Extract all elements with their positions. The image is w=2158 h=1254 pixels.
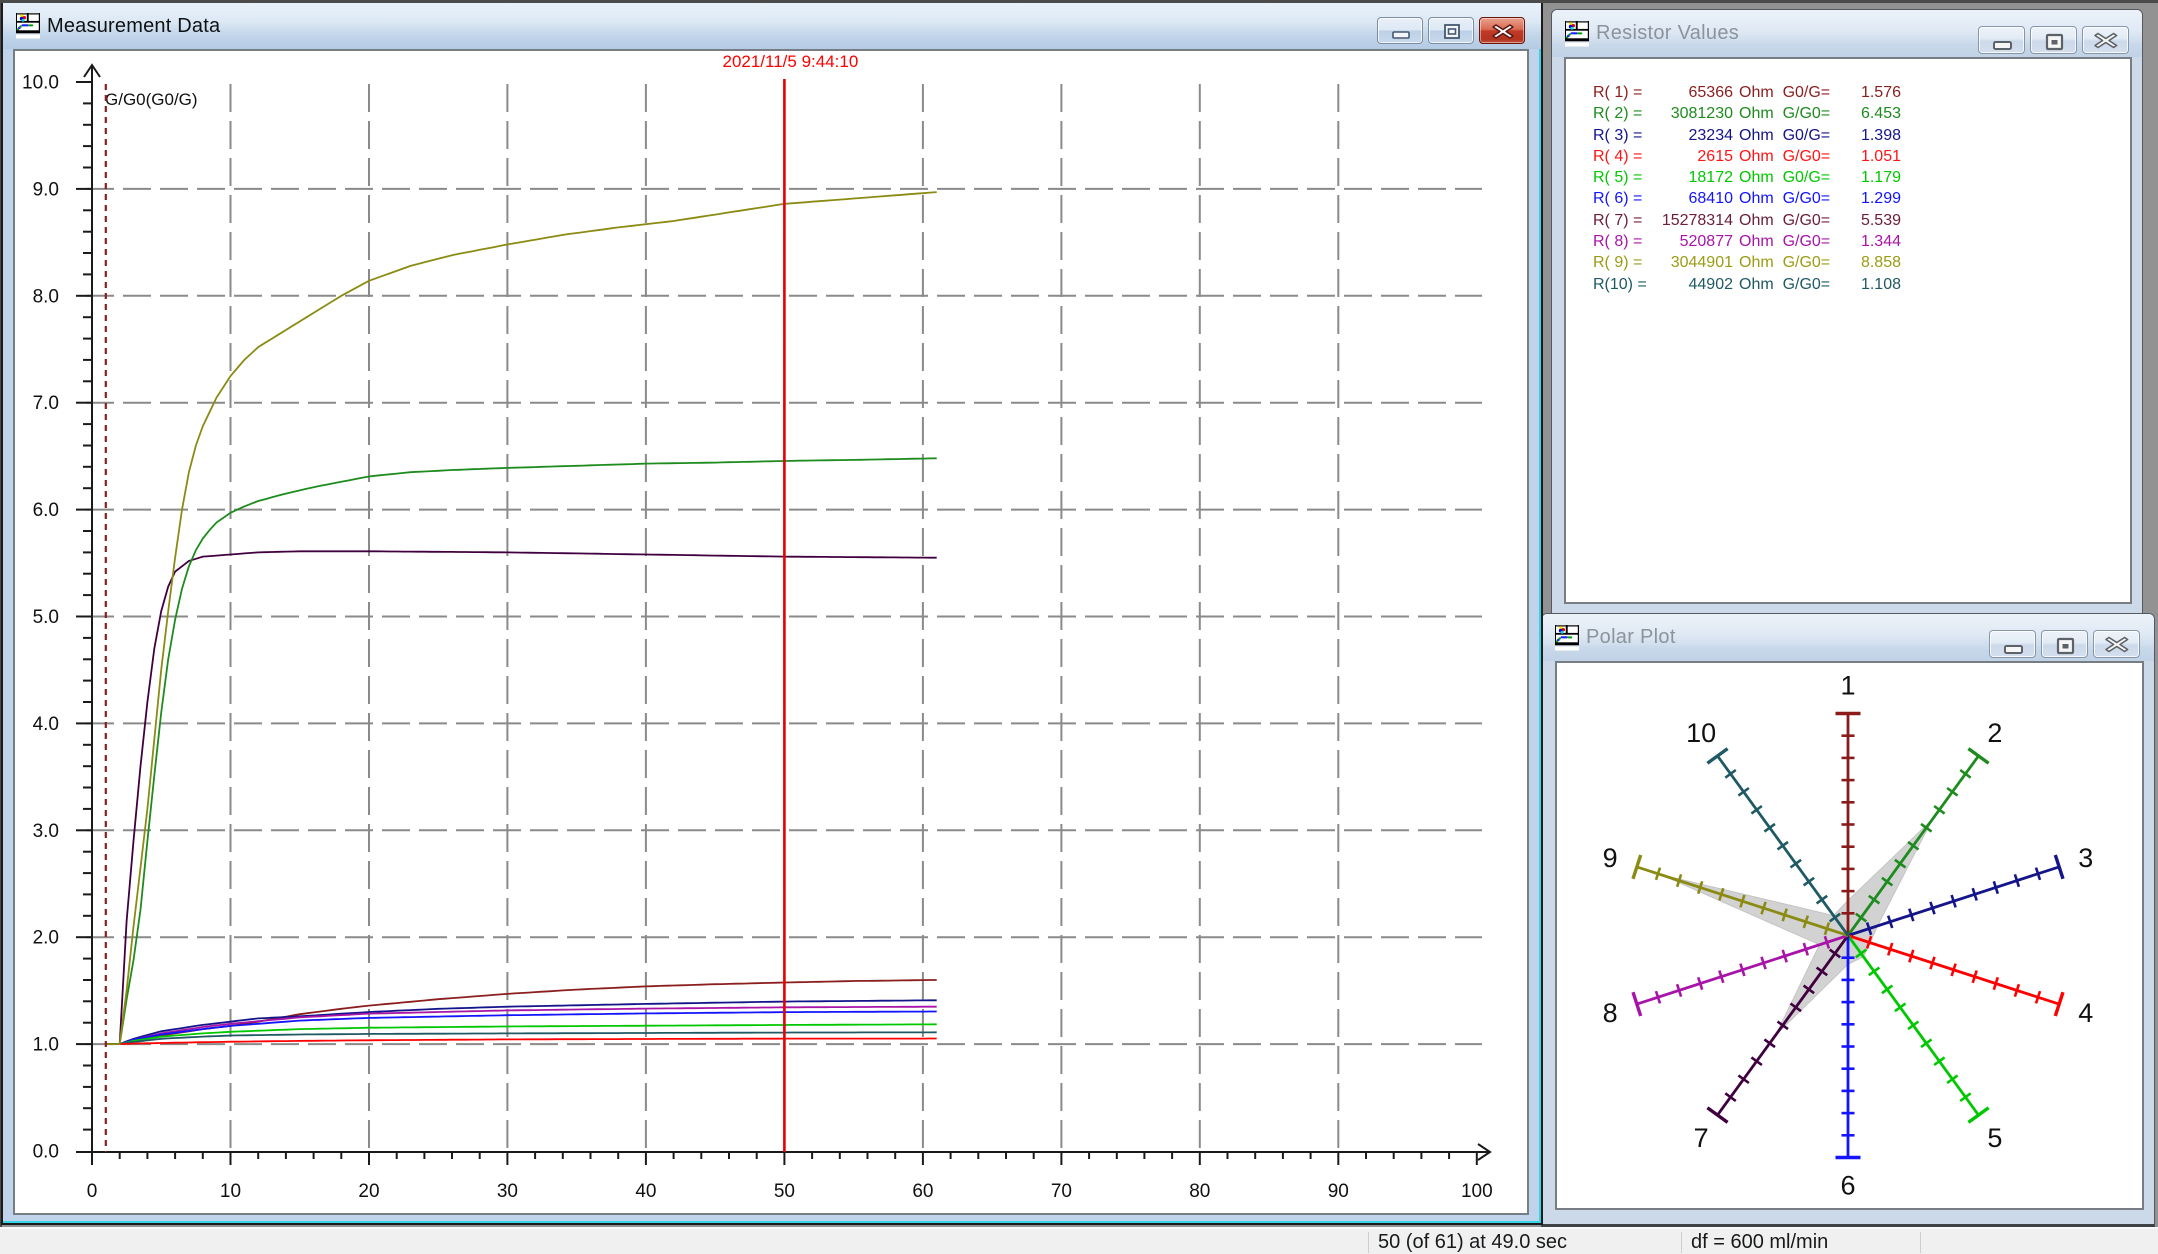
svg-text:6.0: 6.0 xyxy=(33,500,59,521)
svg-text:10: 10 xyxy=(1686,718,1716,748)
svg-text:4: 4 xyxy=(2078,998,2093,1028)
svg-text:8: 8 xyxy=(1603,998,1618,1028)
svg-text:0: 0 xyxy=(87,1181,98,1202)
svg-text:9: 9 xyxy=(1603,843,1618,873)
svg-text:1.0: 1.0 xyxy=(33,1035,59,1056)
svg-text:5.0: 5.0 xyxy=(33,607,59,628)
svg-text:2: 2 xyxy=(1987,718,2002,748)
svg-text:10: 10 xyxy=(220,1181,241,1202)
svg-text:30: 30 xyxy=(497,1181,518,1202)
svg-text:3: 3 xyxy=(2078,843,2093,873)
svg-text:70: 70 xyxy=(1051,1181,1072,1202)
svg-text:2021/11/5 9:44:10: 2021/11/5 9:44:10 xyxy=(722,52,858,71)
svg-text:7.0: 7.0 xyxy=(33,393,59,414)
svg-text:4.0: 4.0 xyxy=(33,714,59,735)
svg-text:10.0: 10.0 xyxy=(22,73,59,94)
svg-text:7: 7 xyxy=(1694,1123,1709,1153)
svg-text:90: 90 xyxy=(1328,1181,1349,1202)
svg-text:50: 50 xyxy=(774,1181,795,1202)
svg-text:0.0: 0.0 xyxy=(33,1142,59,1163)
svg-text:60: 60 xyxy=(912,1181,933,1202)
svg-text:2.0: 2.0 xyxy=(33,928,59,949)
svg-text:1: 1 xyxy=(1840,671,1855,701)
svg-text:5: 5 xyxy=(1987,1123,2002,1153)
svg-text:8.0: 8.0 xyxy=(33,286,59,307)
svg-text:3.0: 3.0 xyxy=(33,821,59,842)
svg-text:G/G0(G0/G): G/G0(G0/G) xyxy=(105,90,198,109)
svg-text:80: 80 xyxy=(1189,1181,1210,1202)
svg-text:6: 6 xyxy=(1840,1171,1855,1201)
svg-text:9.0: 9.0 xyxy=(33,179,59,200)
svg-text:100: 100 xyxy=(1461,1181,1493,1202)
svg-text:20: 20 xyxy=(358,1181,379,1202)
svg-text:40: 40 xyxy=(635,1181,656,1202)
